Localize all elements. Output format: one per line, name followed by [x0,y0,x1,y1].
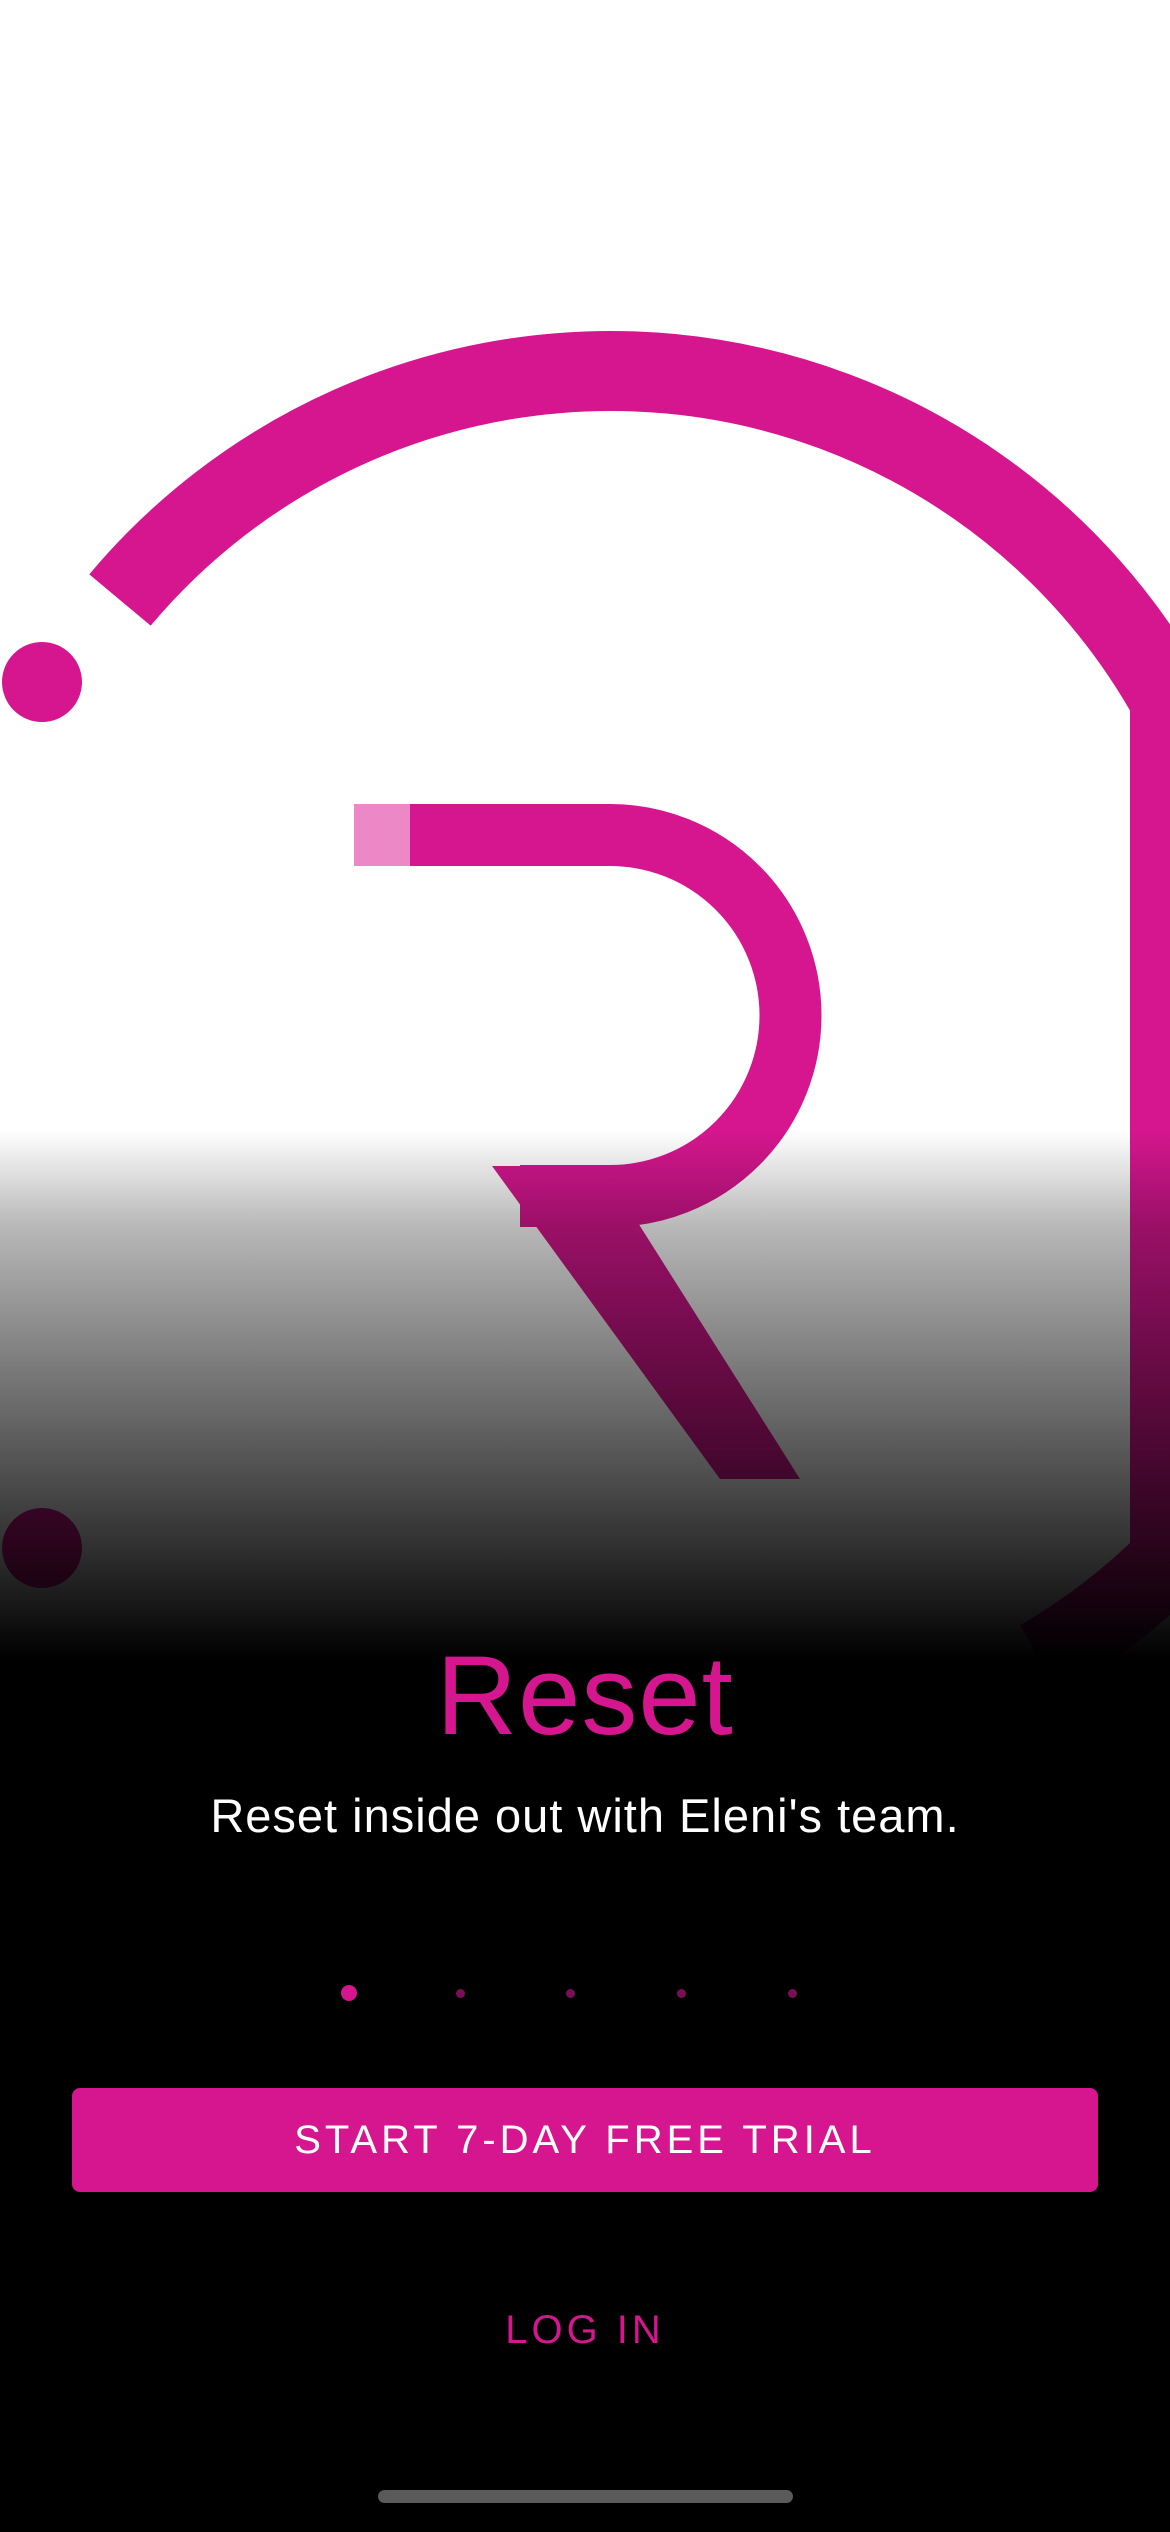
hero-fade-overlay [0,1130,1170,1660]
page-dot-2[interactable] [456,1989,465,1998]
logo-r-cap [354,804,412,866]
log-in-button[interactable]: LOG IN [385,2298,785,2362]
app-tagline: Reset inside out with Eleni's team. [210,1789,960,1842]
page-indicator[interactable] [0,1985,1170,2005]
home-indicator[interactable] [378,2490,793,2503]
app-title: Reset [436,1633,734,1758]
hero-logo-area [0,0,1170,1660]
page-dot-5[interactable] [788,1989,797,1998]
page-dot-4[interactable] [677,1989,686,1998]
logo-dot-top [2,642,82,722]
page-dot-1[interactable] [341,1985,357,2001]
page-dot-3[interactable] [566,1989,575,1998]
logo-ring-arc [89,331,1170,720]
onboarding-screen: Reset Reset inside out with Eleni's team… [0,0,1170,2532]
start-free-trial-button[interactable]: START 7-DAY FREE TRIAL [72,2088,1098,2192]
